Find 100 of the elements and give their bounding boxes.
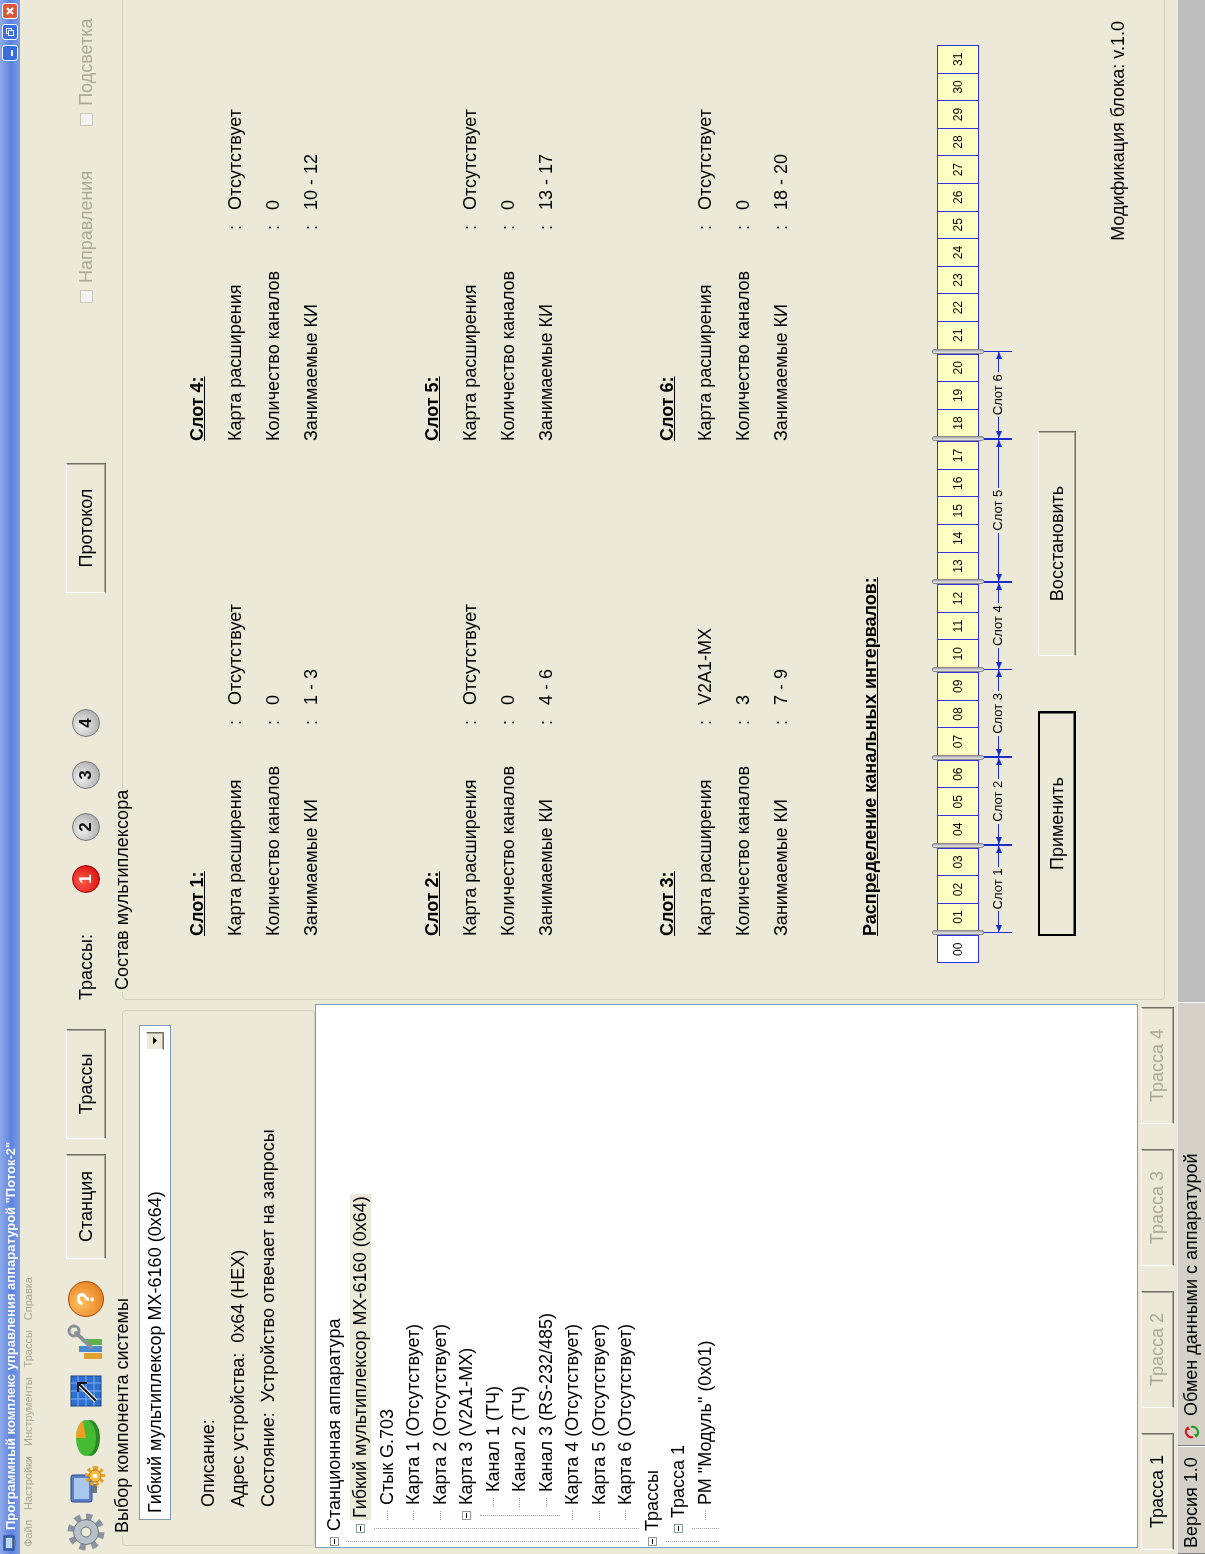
tree-item[interactable]: Карта 1 (Отсутствует) (403, 1321, 425, 1507)
minus-icon (649, 1539, 655, 1544)
section-title: Распределение канальных интервалов: (859, 577, 881, 936)
interval-cell[interactable]: 10 (937, 639, 979, 668)
gear-icon[interactable] (66, 1512, 106, 1552)
interval-cell[interactable]: 24 (937, 238, 979, 266)
route-indicator[interactable]: 1 (72, 865, 100, 894)
interval-cell[interactable]: 22 (937, 293, 979, 321)
interval-cell[interactable]: 26 (937, 182, 979, 211)
checkbox-label: Подсветка (75, 18, 97, 106)
separator: : (694, 720, 716, 725)
field-value: 3 (732, 695, 754, 705)
tree-item[interactable]: Карта 3 (V2A1-MX) (456, 1345, 478, 1507)
tree-item[interactable]: Стык G.703 (376, 1406, 398, 1507)
collapse-toggle[interactable] (329, 1537, 339, 1546)
tree-item[interactable]: Карта 6 (Отсутствует) (615, 1321, 637, 1507)
separator: : (732, 720, 754, 725)
apply-button[interactable]: Применить (1038, 711, 1076, 936)
tree-item[interactable]: Карта 4 (Отсутствует) (562, 1321, 584, 1507)
interval-cell[interactable]: 21 (937, 320, 979, 349)
group-title: Выбор компонента системы (112, 1297, 133, 1535)
collapse-toggle[interactable] (462, 1511, 472, 1520)
interval-cell[interactable]: 09 (937, 672, 979, 700)
dropdown-button[interactable] (146, 1032, 164, 1050)
minimize-button[interactable] (2, 45, 18, 61)
interval-cell[interactable]: 07 (937, 727, 979, 755)
interval-cell[interactable]: 18 (937, 408, 979, 437)
status-text: Обмен данными с аппаратурой (1181, 1153, 1202, 1416)
protocol-button[interactable]: Протокол (66, 463, 106, 594)
field-label: Количество каналов (497, 270, 519, 441)
field-value: 13 - 17 (535, 153, 557, 210)
separator: : (459, 720, 481, 725)
interval-cell[interactable]: 01 (937, 902, 979, 931)
interval-cell[interactable]: 13 (937, 551, 979, 580)
interval-cell[interactable]: 16 (937, 468, 979, 497)
toolbar-button[interactable]: Станция (66, 1154, 106, 1259)
collapse-toggle[interactable] (647, 1537, 657, 1546)
interval-cell[interactable]: 12 (937, 584, 979, 612)
tree-item[interactable]: Станционная аппаратура (323, 1316, 345, 1533)
divider-handle[interactable] (932, 579, 984, 585)
tree-item[interactable]: Трасса 1 (668, 1442, 690, 1520)
divider-handle[interactable] (932, 754, 984, 760)
divider-handle[interactable] (932, 348, 984, 354)
close-button[interactable] (2, 3, 18, 19)
toolbar-button[interactable]: Трассы (66, 1029, 106, 1139)
field-label: Карта расширения (459, 284, 481, 441)
divider-handle[interactable] (932, 436, 984, 442)
interval-cell[interactable]: 20 (937, 353, 979, 382)
tree-item[interactable]: Канал 1 (ТЧ) (482, 1384, 504, 1494)
field-label: Адрес устройства: (227, 1352, 249, 1507)
collapse-toggle[interactable] (356, 1524, 366, 1533)
close-icon (5, 6, 15, 16)
tree-item[interactable]: Карта 5 (Отсутствует) (588, 1321, 610, 1507)
interval-cell[interactable]: 00 (937, 935, 979, 963)
divider-handle[interactable] (932, 667, 984, 673)
restore-button[interactable]: Восстановить (1038, 431, 1076, 656)
route-indicator[interactable]: 2 (72, 813, 100, 842)
interval-cell[interactable]: 29 (937, 100, 979, 128)
interval-cell[interactable]: 27 (937, 155, 979, 183)
interval-cell[interactable]: 28 (937, 127, 979, 156)
component-dropdown[interactable]: Гибкий мультиплексор MX-6160 (0x64) (139, 1025, 171, 1520)
interval-cell[interactable]: 15 (937, 496, 979, 525)
field-label: Занимаемые КИ (300, 798, 322, 936)
interval-cell[interactable]: 08 (937, 699, 979, 728)
slot-title: Слот 3: (656, 870, 678, 936)
tree-item[interactable]: Канал 3 (RS-232/485) (535, 1311, 557, 1494)
route-indicator[interactable]: 3 (72, 761, 100, 790)
interval-cell[interactable]: 23 (937, 265, 979, 294)
tree-item[interactable]: Трассы (641, 1468, 663, 1533)
divider-handle[interactable] (932, 842, 984, 848)
collapse-toggle[interactable] (674, 1524, 684, 1533)
slot-span-label: Слот 4 (989, 604, 1006, 649)
interval-cell[interactable]: 31 (937, 45, 979, 73)
separator: : (535, 720, 557, 725)
app-icon (2, 1535, 18, 1551)
tree-item[interactable]: Гибкий мультиплексор MX-6160 (0x64) (350, 1194, 372, 1520)
field-label: Количество каналов (262, 270, 284, 441)
interval-cell[interactable]: 05 (937, 787, 979, 816)
tree-item[interactable]: Карта 2 (Отсутствует) (429, 1321, 451, 1507)
interval-cell[interactable]: 17 (937, 441, 979, 469)
divider-handle[interactable] (932, 930, 984, 936)
route-indicator[interactable]: 4 (72, 709, 100, 738)
restore-button[interactable] (2, 24, 18, 40)
interval-cell[interactable]: 03 (937, 847, 979, 876)
interval-cell[interactable]: 25 (937, 210, 979, 239)
interval-cell[interactable]: 02 (937, 875, 979, 903)
interval-cell[interactable]: 11 (937, 611, 979, 640)
interval-cell[interactable]: 04 (937, 815, 979, 843)
route-tab[interactable]: Трасса 1 (1141, 1433, 1174, 1550)
tree-item[interactable]: Канал 2 (ТЧ) (509, 1384, 531, 1494)
field-label: Занимаемые КИ (770, 798, 792, 936)
separator: : (262, 225, 284, 230)
interval-cell[interactable]: 06 (937, 759, 979, 788)
separator: : (694, 225, 716, 230)
interval-cell[interactable]: 30 (937, 72, 979, 101)
field-label: Количество каналов (732, 270, 754, 441)
tree-item[interactable]: РМ "Модуль" (0x01) (694, 1338, 716, 1507)
field-value: 10 - 12 (300, 153, 322, 210)
interval-cell[interactable]: 19 (937, 381, 979, 409)
interval-cell[interactable]: 14 (937, 524, 979, 552)
